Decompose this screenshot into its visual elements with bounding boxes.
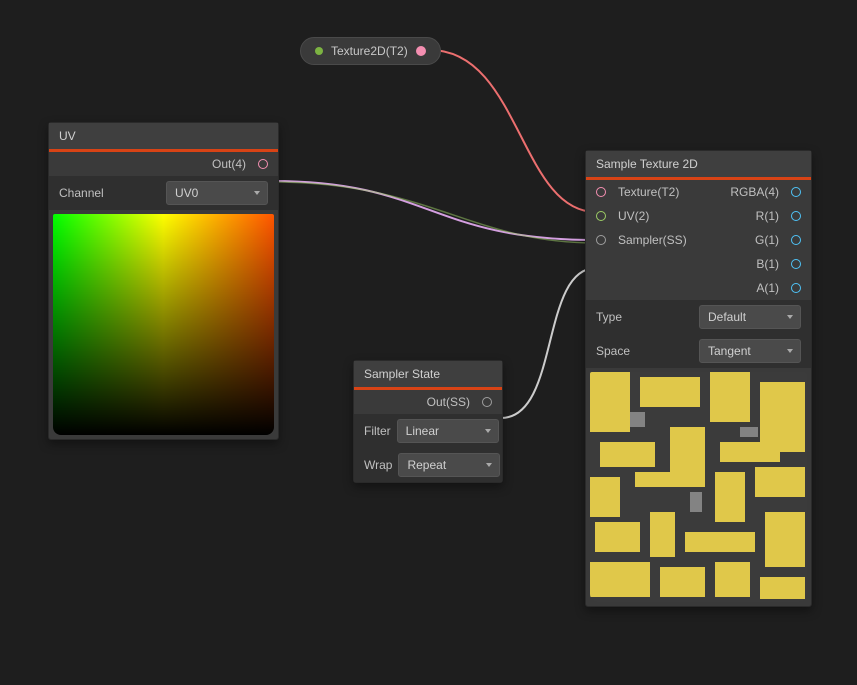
io-row: UV(2) R(1) xyxy=(586,204,811,228)
io-row: A(1) xyxy=(586,276,811,300)
sample-texture-2d-node[interactable]: Sample Texture 2D Texture(T2) RGBA(4) UV… xyxy=(585,150,812,607)
node-title: Sampler State xyxy=(354,361,502,387)
input-port-texture[interactable] xyxy=(596,187,606,197)
texture2d-variable-pill[interactable]: Texture2D(T2) xyxy=(300,37,441,65)
port-label: RGBA(4) xyxy=(730,185,779,199)
param-label: Space xyxy=(596,344,630,358)
output-row: Out(SS) xyxy=(354,390,502,414)
port-label: UV(2) xyxy=(618,209,649,223)
uv-node[interactable]: UV Out(4) Channel UV0 xyxy=(48,122,279,440)
uv-gradient-preview xyxy=(53,214,274,435)
output-row: Out(4) xyxy=(49,152,278,176)
input-port-uv[interactable] xyxy=(596,211,606,221)
output-port-b[interactable] xyxy=(791,259,801,269)
filter-row: Filter Linear xyxy=(354,414,502,448)
texture-preview xyxy=(590,372,807,602)
pill-label: Texture2D(T2) xyxy=(331,44,408,58)
param-label: Channel xyxy=(59,186,104,200)
node-body: Texture(T2) RGBA(4) UV(2) R(1) Sampler(S… xyxy=(586,180,811,602)
output-port-rgba[interactable] xyxy=(791,187,801,197)
port-label: Texture(T2) xyxy=(618,185,679,199)
port-label: A(1) xyxy=(756,281,779,295)
node-title: UV xyxy=(49,123,278,149)
space-row: Space Tangent xyxy=(586,334,811,368)
sampler-state-node[interactable]: Sampler State Out(SS) Filter Linear Wrap… xyxy=(353,360,503,483)
output-port-g[interactable] xyxy=(791,235,801,245)
port-label: B(1) xyxy=(756,257,779,271)
param-label: Filter xyxy=(364,424,391,438)
status-dot-icon xyxy=(315,47,323,55)
node-body: Out(4) Channel UV0 xyxy=(49,152,278,435)
node-title: Sample Texture 2D xyxy=(586,151,811,177)
port-label: Out(SS) xyxy=(427,395,470,409)
port-label: R(1) xyxy=(756,209,779,223)
port-label: Sampler(SS) xyxy=(618,233,687,247)
node-body: Out(SS) Filter Linear Wrap Repeat xyxy=(354,390,502,482)
port-label: G(1) xyxy=(755,233,779,247)
output-port[interactable] xyxy=(416,46,426,56)
output-port[interactable] xyxy=(482,397,492,407)
channel-row: Channel UV0 xyxy=(49,176,278,210)
channel-select[interactable]: UV0 xyxy=(166,181,268,205)
io-row: B(1) xyxy=(586,252,811,276)
port-label: Out(4) xyxy=(212,157,246,171)
output-port[interactable] xyxy=(258,159,268,169)
param-label: Wrap xyxy=(364,458,392,472)
type-row: Type Default xyxy=(586,300,811,334)
io-row: Texture(T2) RGBA(4) xyxy=(586,180,811,204)
wrap-select[interactable]: Repeat xyxy=(398,453,500,477)
param-label: Type xyxy=(596,310,622,324)
output-port-a[interactable] xyxy=(791,283,801,293)
output-port-r[interactable] xyxy=(791,211,801,221)
type-select[interactable]: Default xyxy=(699,305,801,329)
space-select[interactable]: Tangent xyxy=(699,339,801,363)
filter-select[interactable]: Linear xyxy=(397,419,499,443)
wrap-row: Wrap Repeat xyxy=(354,448,502,482)
io-row: Sampler(SS) G(1) xyxy=(586,228,811,252)
input-port-sampler[interactable] xyxy=(596,235,606,245)
